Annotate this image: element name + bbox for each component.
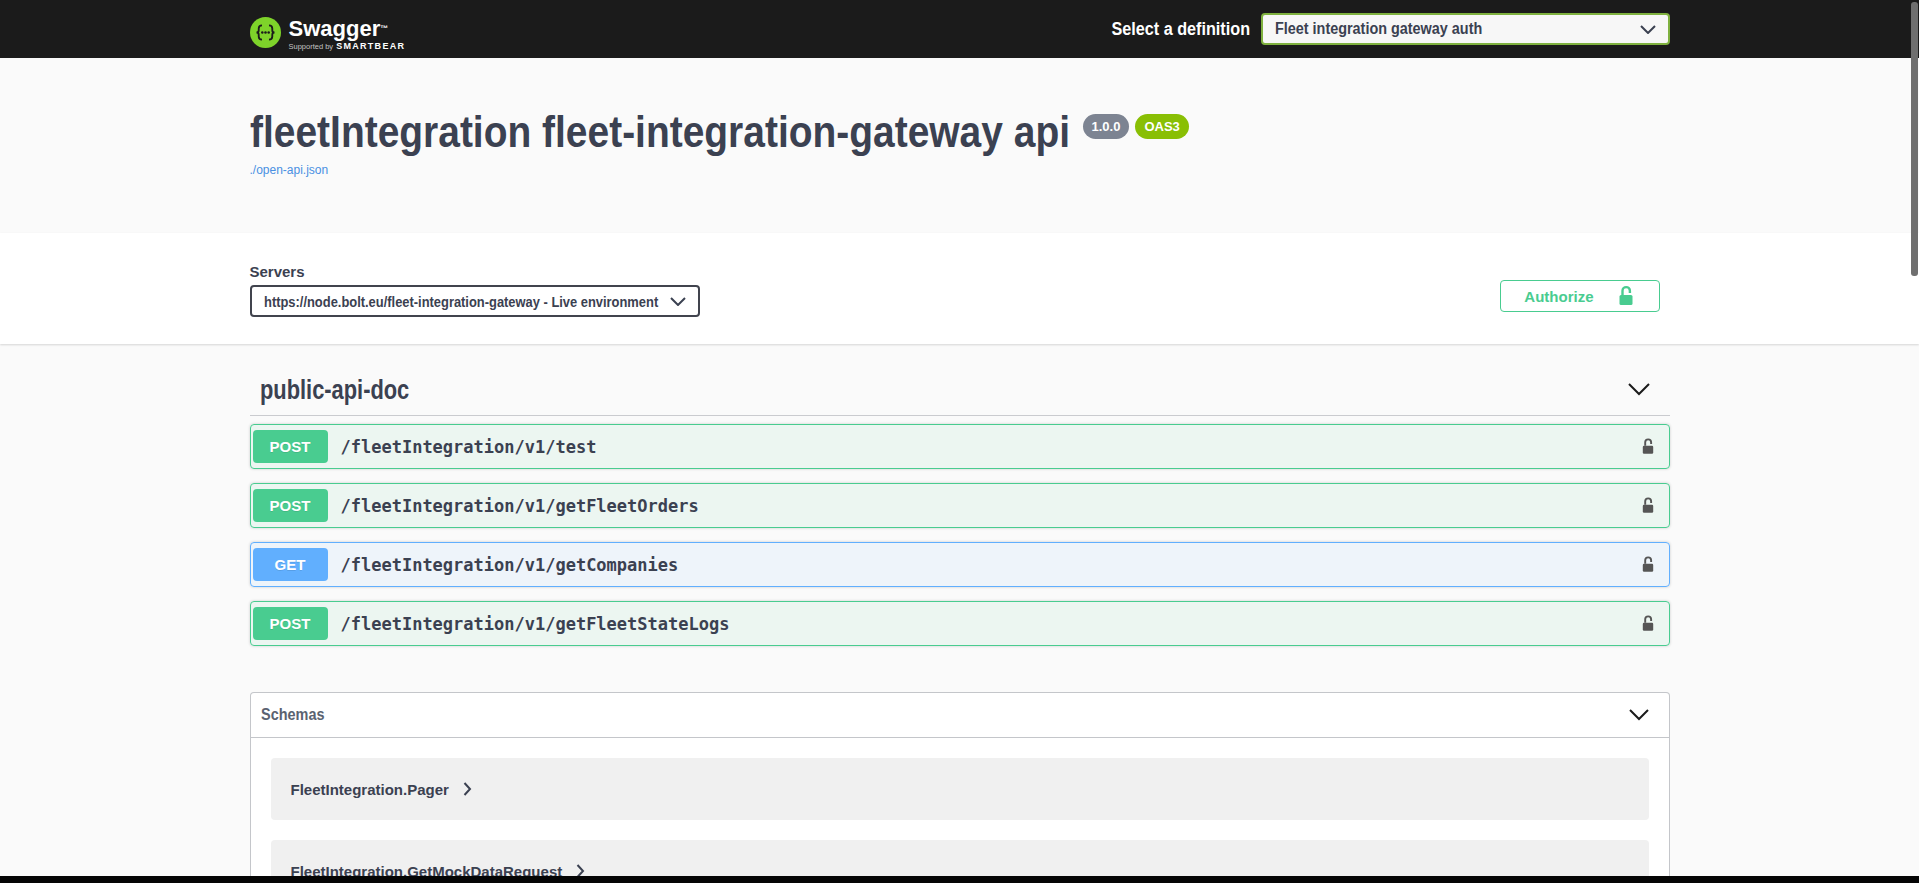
swagger-logo-icon: [250, 17, 281, 48]
method-badge: POST: [253, 489, 328, 522]
chevron-down-icon: [670, 297, 686, 306]
swagger-logo[interactable]: Swagger™ Supported bySMARTBEAR: [250, 7, 406, 51]
authorize-button[interactable]: Authorize: [1500, 280, 1659, 312]
api-main: public-api-doc POST /fleetIntegration/v1…: [230, 364, 1690, 883]
spec-link[interactable]: ./open-api.json: [250, 163, 329, 177]
operation-path: /fleetIntegration/v1/getFleetStateLogs: [341, 614, 730, 634]
chevron-down-icon[interactable]: [1629, 709, 1649, 721]
oas3-badge: OAS3: [1135, 114, 1188, 139]
bottom-edge-bar: [0, 876, 1919, 883]
chevron-right-icon: [463, 782, 472, 796]
operation-path: /fleetIntegration/v1/test: [341, 437, 597, 457]
lock-icon[interactable]: [1640, 496, 1656, 515]
operation-path: /fleetIntegration/v1/getCompanies: [341, 555, 679, 575]
scrollbar-thumb[interactable]: [1911, 2, 1918, 276]
schemas-title: Schemas: [261, 703, 324, 727]
unlock-icon: [1616, 285, 1636, 307]
method-badge: GET: [253, 548, 328, 581]
logo-tagline: Supported bySMARTBEAR: [289, 41, 406, 51]
method-badge: POST: [253, 430, 328, 463]
version-badge: 1.0.0: [1083, 114, 1130, 139]
operation-path: /fleetIntegration/v1/getFleetOrders: [341, 496, 699, 516]
scheme-container: Servers https://node.bolt.eu/fleet-integ…: [0, 233, 1919, 344]
method-badge: POST: [253, 607, 328, 640]
operation-row[interactable]: POST /fleetIntegration/v1/getFleetStateL…: [250, 601, 1670, 646]
api-section-title: public-api-doc: [260, 374, 409, 405]
api-title: fleetIntegration fleet-integration-gatew…: [250, 110, 1070, 154]
lock-icon[interactable]: [1640, 555, 1656, 574]
schemas-header[interactable]: Schemas: [251, 693, 1669, 738]
operations-list: POST /fleetIntegration/v1/test POST /fle…: [250, 416, 1670, 646]
select-definition-label: Select a definition: [1112, 19, 1251, 40]
servers-label: Servers: [250, 263, 700, 280]
lock-icon[interactable]: [1640, 614, 1656, 633]
servers-block: Servers https://node.bolt.eu/fleet-integ…: [250, 263, 700, 317]
server-select[interactable]: https://node.bolt.eu/fleet-integration-g…: [250, 285, 700, 317]
api-section-header[interactable]: public-api-doc: [250, 364, 1670, 416]
operation-row[interactable]: POST /fleetIntegration/v1/getFleetOrders: [250, 483, 1670, 528]
brand-name: Swagger: [289, 16, 381, 41]
topbar: Swagger™ Supported bySMARTBEAR Select a …: [0, 0, 1919, 58]
schema-model-row[interactable]: FleetIntegration.Pager: [271, 758, 1649, 820]
operation-row[interactable]: POST /fleetIntegration/v1/test: [250, 424, 1670, 469]
info-section: fleetIntegration fleet-integration-gatew…: [0, 58, 1919, 233]
models-list: FleetIntegration.Pager FleetIntegration.…: [251, 758, 1669, 883]
model-name: FleetIntegration.Pager: [291, 781, 449, 798]
lock-icon[interactable]: [1640, 437, 1656, 456]
trademark: ™: [380, 24, 388, 33]
definition-select[interactable]: Fleet integration gateway auth: [1261, 13, 1670, 45]
operation-row[interactable]: GET /fleetIntegration/v1/getCompanies: [250, 542, 1670, 587]
schemas-section: Schemas FleetIntegration.Pager FleetInte…: [250, 692, 1670, 883]
chevron-down-icon[interactable]: [1628, 383, 1650, 396]
chevron-down-icon: [1640, 25, 1656, 34]
